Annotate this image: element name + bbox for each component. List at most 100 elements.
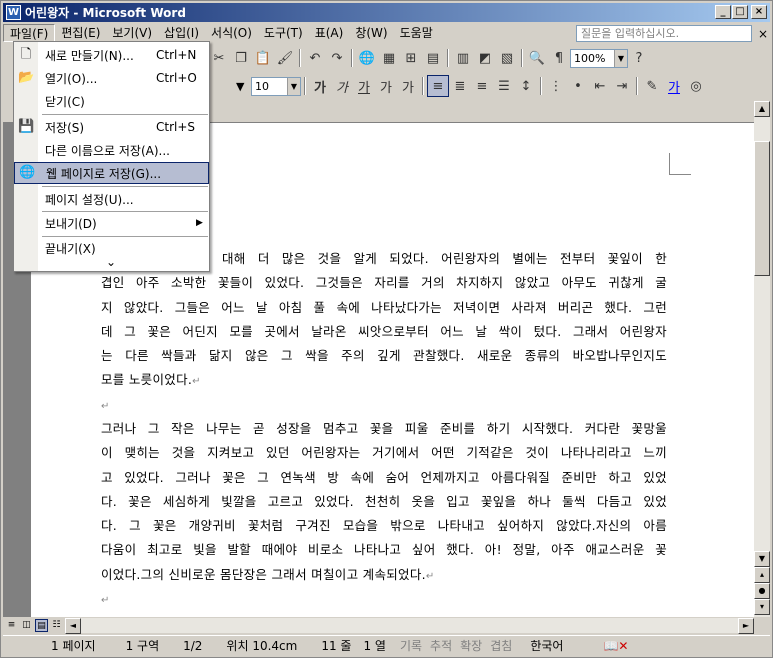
underline-icon[interactable]: 가	[353, 75, 375, 97]
menu-open-label: 열기(O)...	[45, 71, 98, 86]
hyperlink-icon[interactable]: 🌐	[356, 47, 378, 69]
scroll-right-icon[interactable]: ►	[738, 617, 754, 634]
menu-tools[interactable]: 도구(T)	[258, 24, 309, 42]
document-map-icon[interactable]: ▧	[496, 47, 518, 69]
menu-window[interactable]: 창(W)	[349, 24, 393, 42]
menu-new[interactable]: 🗋 새로 만들기(N)... Ctrl+N	[14, 44, 209, 66]
format-painter-icon[interactable]: 🖌	[274, 47, 296, 69]
scroll-left-icon[interactable]: ◄	[65, 617, 81, 634]
cut-icon[interactable]: ✂	[208, 47, 230, 69]
menu-open[interactable]: 📂 열기(O)... Ctrl+O	[14, 67, 209, 89]
web-view-icon[interactable]: ◫	[20, 619, 33, 632]
browse-object-icon[interactable]: ●	[754, 583, 770, 599]
para1-line-6: 모를 노릇이었다.	[101, 372, 193, 388]
preview-icon[interactable]: 🔍	[526, 47, 548, 69]
char-shading-icon[interactable]: 가	[397, 75, 419, 97]
outline-view-icon[interactable]: ☷	[50, 619, 63, 632]
para2-line-3: 고 있었다. 그러나 꽃은 그 연녹색 방 속에 숨어 언제까지고 아름다워질 …	[101, 469, 667, 485]
maximize-button[interactable]: □	[732, 5, 748, 19]
bold-icon[interactable]: 가	[309, 75, 331, 97]
minimize-button[interactable]: _	[715, 5, 731, 19]
status-ext[interactable]: 확장	[456, 637, 486, 655]
font-dropdown-icon[interactable]: ▼	[233, 77, 247, 96]
line-spacing-icon[interactable]: ↕	[515, 75, 537, 97]
menu-format[interactable]: 서식(O)	[205, 24, 258, 42]
para1-line-3: 지 않았다. 그들은 어느 날 아침 풀 속에 나타났다가는 저녁이면 사라져 …	[101, 299, 667, 315]
spelling-check-icon[interactable]: 📖✕	[573, 637, 638, 655]
menu-page-setup[interactable]: 페이지 설정(U)...	[14, 188, 209, 210]
justify-icon[interactable]: ≡	[427, 75, 449, 97]
paragraph-mark-icon: ↵	[192, 376, 201, 388]
increase-indent-icon[interactable]: ⇥	[611, 75, 633, 97]
hscroll-track[interactable]	[81, 618, 738, 633]
vertical-scrollbar[interactable]: ▲ ▼ ▴ ● ▾	[754, 101, 770, 617]
menu-save-as[interactable]: 다른 이름으로 저장(A)...	[14, 139, 209, 161]
status-language: 한국어	[530, 639, 564, 653]
status-column: 1 열	[363, 639, 386, 653]
menu-file[interactable]: 파일(F)	[3, 24, 56, 42]
scroll-up-icon[interactable]: ▲	[754, 101, 770, 117]
char-border-icon[interactable]: 가	[375, 75, 397, 97]
show-hide-icon[interactable]: ¶	[548, 47, 570, 69]
menu-expand[interactable]: ⌄	[14, 254, 209, 270]
phonetic-guide-icon[interactable]: ◎	[685, 75, 707, 97]
print-view-icon[interactable]: ▤	[35, 619, 48, 632]
undo-icon[interactable]: ↶	[304, 47, 326, 69]
help-icon[interactable]: ?	[628, 47, 650, 69]
menu-close[interactable]: 닫기(C)	[14, 90, 209, 112]
align-center-icon[interactable]: ≣	[449, 75, 471, 97]
copy-icon[interactable]: ❐	[230, 47, 252, 69]
menu-table[interactable]: 표(A)	[309, 24, 350, 42]
close-button[interactable]: ×	[751, 5, 767, 19]
menu-edit[interactable]: 편집(E)	[55, 24, 106, 42]
prev-page-icon[interactable]: ▴	[754, 567, 770, 583]
status-rec[interactable]: 기록	[396, 637, 426, 655]
distribute-icon[interactable]: ☰	[493, 75, 515, 97]
scroll-down-icon[interactable]: ▼	[754, 551, 770, 567]
insert-table-icon[interactable]: ⊞	[400, 47, 422, 69]
bullets-icon[interactable]: •	[567, 75, 589, 97]
next-page-icon[interactable]: ▾	[754, 599, 770, 615]
empty-paragraph: ↵	[101, 587, 667, 613]
paragraph-2[interactable]: 그러나 그 작은 나무는 곧 성장을 멈추고 꽃을 피울 준비를 하기 시작했다…	[101, 417, 667, 589]
decrease-indent-icon[interactable]: ⇤	[589, 75, 611, 97]
menu-send[interactable]: 보내기(D) ▶	[14, 212, 209, 234]
menu-send-label: 보내기(D)	[45, 216, 97, 231]
menu-save-shortcut: Ctrl+S	[156, 120, 196, 134]
normal-view-icon[interactable]: ≡	[5, 619, 18, 632]
menu-page-setup-label: 페이지 설정(U)...	[45, 192, 134, 207]
font-size-combo[interactable]: 10 ▼	[251, 76, 301, 96]
insert-excel-icon[interactable]: ▤	[422, 47, 444, 69]
scroll-thumb[interactable]	[754, 141, 770, 276]
word-window: W 어린왕자 - Microsoft Word _ □ × 파일(F) 편집(E…	[0, 0, 773, 658]
menu-save[interactable]: 💾 저장(S) Ctrl+S	[14, 116, 209, 138]
save-icon: 💾	[18, 119, 35, 134]
font-size-dropdown-icon[interactable]: ▼	[287, 77, 300, 95]
word-app-icon[interactable]: W	[6, 5, 21, 20]
font-color-icon[interactable]: 가	[663, 75, 685, 97]
tables-borders-icon[interactable]: ▦	[378, 47, 400, 69]
columns-icon[interactable]: ▥	[452, 47, 474, 69]
status-ovr[interactable]: 겹침	[486, 637, 516, 655]
help-close-icon[interactable]: ×	[758, 27, 768, 41]
menu-insert[interactable]: 삽입(I)	[158, 24, 205, 42]
status-trk[interactable]: 추적	[426, 637, 456, 655]
help-question-input[interactable]: 질문을 입력하십시오.	[576, 25, 752, 42]
zoom-value: 100%	[574, 51, 606, 65]
window-title: 어린왕자 - Microsoft Word	[25, 6, 186, 20]
menu-save-web[interactable]: 🌐 웹 페이지로 저장(G)...	[14, 162, 209, 184]
align-right-icon[interactable]: ≡	[471, 75, 493, 97]
highlight-icon[interactable]: ✎	[641, 75, 663, 97]
zoom-dropdown-icon[interactable]: ▼	[614, 49, 627, 67]
italic-icon[interactable]: 가	[331, 75, 353, 97]
status-section: 1 구역	[125, 639, 160, 653]
drawing-icon[interactable]: ◩	[474, 47, 496, 69]
status-line: 11 줄	[321, 639, 352, 653]
horizontal-scrollbar[interactable]: ≡ ◫ ▤ ☷ ◄ ►	[3, 617, 754, 634]
redo-icon[interactable]: ↷	[326, 47, 348, 69]
zoom-combo[interactable]: 100% ▼	[570, 48, 628, 68]
paste-icon[interactable]: 📋	[252, 47, 274, 69]
menu-view[interactable]: 보기(V)	[106, 24, 158, 42]
menu-help[interactable]: 도움말	[394, 24, 439, 42]
numbering-icon[interactable]: ⋮	[545, 75, 567, 97]
